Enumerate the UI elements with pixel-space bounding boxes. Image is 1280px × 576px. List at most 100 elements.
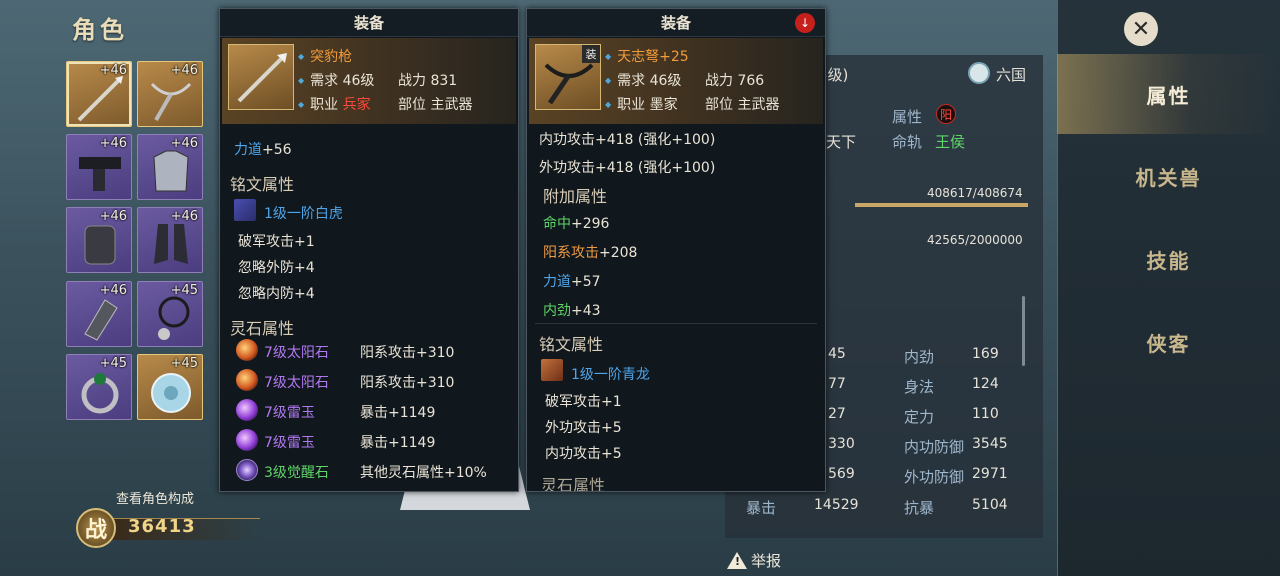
extra-stat: 命中+296 (543, 216, 610, 232)
stone-name: 7级雷玉 (264, 405, 315, 421)
tooltip-summary: 突豹枪 需求 46级 战力 831 职业 兵家 部位 主武器 (222, 38, 516, 124)
crossbow-icon (150, 82, 192, 121)
extra-stat: 内劲+43 (543, 303, 601, 319)
tab-companions[interactable]: 侠客 (1057, 302, 1280, 382)
tab-mechanical-beast[interactable]: 机关兽 (1057, 136, 1280, 216)
downgrade-arrow-icon: ↓ (795, 13, 815, 33)
rune-stat: 忽略外防+4 (238, 260, 315, 276)
equip-slot-jade[interactable]: +45 (137, 354, 203, 420)
rune-section-title: 铭文属性 (230, 175, 295, 194)
base-stat: 力道+56 (234, 142, 292, 158)
warning-icon: ! (727, 552, 747, 569)
stone-effect: 暴击+1149 (360, 405, 436, 421)
jade-icon (151, 373, 191, 413)
stat-left-value: 569 (828, 466, 855, 482)
rune-stat: 外功攻击+5 (545, 420, 622, 436)
stat-left-value: 27 (828, 406, 846, 422)
tooltip-summary: 装 天志弩+25 需求 46级 战力 766 职业 墨家 部位 主武器 (529, 38, 823, 124)
stone-effect: 其他灵石属性+10% (360, 465, 487, 481)
rune-stat: 忽略内防+4 (238, 286, 315, 302)
stone-name: 3级觉醒石 (264, 465, 329, 481)
item-requirement: 需求 46级 (605, 70, 681, 90)
close-button[interactable]: ✕ (1124, 12, 1158, 46)
stats-scrollbar[interactable] (1022, 296, 1025, 366)
item-name: 突豹枪 (298, 46, 352, 66)
stat-left-value: 45 (828, 346, 846, 362)
equip-slot-boots[interactable]: +46 (137, 207, 203, 273)
equip-slot-gauntlet[interactable]: +46 (66, 281, 132, 347)
tiger-rune-icon (234, 199, 256, 221)
report-button[interactable]: ! 举报 (727, 550, 781, 571)
stat-value: 169 (972, 346, 999, 362)
crit-label: 暴击 (746, 499, 777, 517)
item-power: 战力 831 (398, 73, 458, 89)
equip-tooltip-compare: 装备 突豹枪 需求 46级 战力 831 职业 兵家 部位 主武器 力道+56 … (219, 8, 519, 492)
combat-power-value: 36413 (128, 516, 196, 537)
gauntlet-icon (84, 299, 118, 341)
equip-slot-necklace[interactable]: +45 (137, 281, 203, 347)
path-value: 王侯 (935, 133, 966, 151)
thunder-jade-icon (236, 429, 258, 451)
equip-slot-spear[interactable]: +46 (66, 61, 132, 127)
rune-stat: 内功攻击+5 (545, 446, 622, 462)
item-slot: 部位 主武器 (705, 97, 780, 113)
tianxia-text: 天下 (826, 133, 857, 151)
faction-name: 六国 (996, 66, 1027, 84)
equipped-tag: 装 (582, 45, 600, 63)
crit-value: 14529 (814, 497, 859, 513)
base-stat: 外功攻击+418 (强化+100) (539, 160, 716, 176)
rune-section-title: 铭文属性 (539, 335, 604, 354)
stone-section-title: 灵石属性 (541, 476, 606, 492)
exp-text: 42565/2000000 (927, 233, 1023, 247)
combat-power: 战 36413 (70, 508, 260, 550)
equip-slot-ring[interactable]: +45 (66, 354, 132, 420)
rune-stat: 破军攻击+1 (545, 394, 622, 410)
attr-label: 属性 (892, 108, 923, 126)
item-class: 职业 墨家 (605, 94, 677, 114)
equip-tooltip-current: 装备 ↓ 装 天志弩+25 需求 46级 战力 766 职业 墨家 部位 主武器… (526, 8, 826, 492)
stat-value: 124 (972, 376, 999, 392)
stone-name: 7级太阳石 (264, 375, 329, 391)
combat-power-icon: 战 (76, 508, 116, 548)
divider (535, 323, 817, 324)
item-frame (228, 44, 294, 110)
stone-effect: 阳系攻击+310 (360, 345, 455, 361)
stone-effect: 暴击+1149 (360, 435, 436, 451)
stat-label: 内劲 (904, 348, 935, 366)
necklace-icon (158, 296, 190, 340)
awakening-stone-icon (236, 459, 258, 481)
rune-name: 1级一阶青龙 (571, 367, 650, 383)
stat-value: 2971 (972, 466, 1008, 482)
attr-badge: 阳 (936, 104, 956, 124)
spear-icon (77, 76, 123, 122)
stat-label: 身法 (904, 378, 935, 396)
stat-left-value: 330 (828, 436, 855, 452)
tooltip-header: 装备 (527, 9, 825, 37)
extra-section-title: 附加属性 (543, 187, 608, 206)
equip-slot-belt[interactable]: +46 (66, 134, 132, 200)
rune-name: 1级一阶白虎 (264, 206, 343, 222)
stat-label: 定力 (904, 408, 935, 426)
equip-slot-crossbow[interactable]: +46 (137, 61, 203, 127)
item-class: 职业 兵家 (298, 94, 370, 114)
tab-skills[interactable]: 技能 (1057, 219, 1280, 299)
role-title: 角色 (72, 15, 128, 44)
armor-icon (153, 150, 189, 192)
path-label: 命轨 (892, 133, 923, 151)
report-label: 举报 (751, 552, 782, 570)
base-stat: 内功攻击+418 (强化+100) (539, 132, 716, 148)
hp-text: 408617/408674 (927, 186, 1023, 200)
item-power: 战力 766 (705, 73, 765, 89)
equip-slot-armor[interactable]: +46 (137, 134, 203, 200)
stat-value: 3545 (972, 436, 1008, 452)
equip-slot-bracer[interactable]: +46 (66, 207, 132, 273)
stat-left-value: 77 (828, 376, 846, 392)
tab-attributes[interactable]: 属性 (1057, 54, 1280, 134)
anticrit-label: 抗暴 (904, 499, 935, 517)
stat-label: 内功防御 (904, 438, 965, 456)
boots-icon (154, 224, 188, 264)
item-slot: 部位 主武器 (398, 97, 473, 113)
view-composition-link[interactable]: 查看角色构成 (116, 488, 194, 507)
stone-section-title: 灵石属性 (230, 319, 295, 338)
rune-stat: 破军攻击+1 (238, 234, 315, 250)
